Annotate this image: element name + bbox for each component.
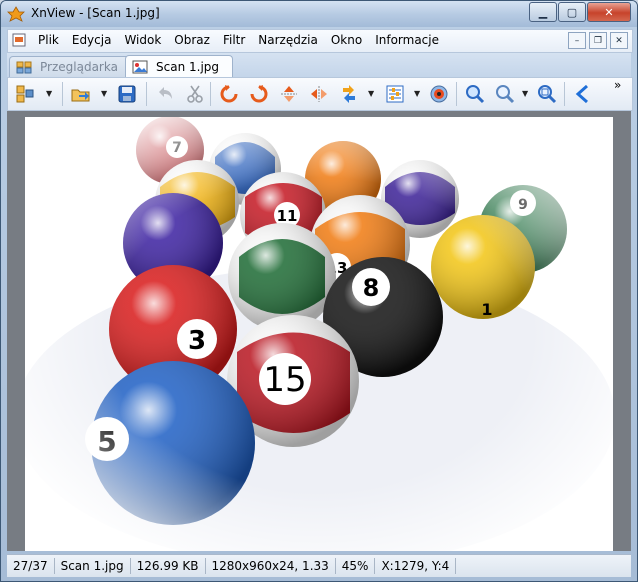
image-canvas[interactable]: 7 11 9	[25, 117, 613, 551]
chevron-down-icon[interactable]: ▼	[414, 89, 420, 98]
doc-close-button[interactable]: ✕	[610, 32, 628, 49]
browser-icon	[16, 61, 32, 74]
status-zoom: 45%	[336, 558, 376, 574]
chevron-down-icon[interactable]: ▼	[522, 89, 528, 98]
menu-plik[interactable]: Plik	[38, 33, 59, 47]
menu-obraz[interactable]: Obraz	[174, 33, 210, 47]
chevron-down-icon[interactable]: ▼	[101, 89, 107, 98]
doc-minimize-button[interactable]: –	[568, 32, 586, 49]
previous-icon[interactable]	[572, 83, 594, 105]
zoom-out-icon[interactable]	[494, 83, 516, 105]
minimize-button[interactable]: ▁	[529, 2, 557, 22]
menu-edycja[interactable]: Edycja	[72, 33, 112, 47]
menu-informacje[interactable]: Informacje	[375, 33, 439, 47]
status-dimensions: 1280x960x24, 1.33	[206, 558, 336, 574]
tab-browser[interactable]: Przeglądarka	[9, 56, 131, 77]
zoom-in-icon[interactable]	[464, 83, 486, 105]
status-bar: 27/37 Scan 1.jpg 126.99 KB 1280x960x24, …	[7, 554, 631, 577]
undo-icon[interactable]	[154, 83, 176, 105]
color-icon[interactable]	[428, 83, 450, 105]
image-viewer[interactable]: 7 11 9	[7, 111, 631, 551]
app-window: XnView - [Scan 1.jpg] ▁ ▢ ✕ Plik Edycja …	[0, 0, 638, 582]
flip-horizontal-icon[interactable]	[308, 83, 330, 105]
rotate-left-icon[interactable]	[218, 83, 240, 105]
close-button[interactable]: ✕	[587, 2, 631, 22]
doc-restore-button[interactable]: ❐	[589, 32, 607, 49]
zoom-fit-icon[interactable]	[536, 83, 558, 105]
tab-bar: Przeglądarka Scan 1.jpg	[7, 53, 631, 77]
menu-bar: Plik Edycja Widok Obraz Filtr Narzędzia …	[7, 29, 633, 53]
menu-okno[interactable]: Okno	[331, 33, 362, 47]
menu-filtr[interactable]: Filtr	[223, 33, 245, 47]
tab-scan1-label: Scan 1.jpg	[156, 59, 220, 74]
open-icon[interactable]	[70, 83, 92, 105]
cut-icon[interactable]	[184, 83, 206, 105]
chevron-down-icon[interactable]: ▼	[368, 89, 374, 98]
tab-browser-label: Przeglądarka	[40, 60, 118, 74]
adjust-icon[interactable]	[384, 83, 406, 105]
save-icon[interactable]	[116, 83, 138, 105]
window-title: XnView - [Scan 1.jpg]	[31, 6, 160, 20]
status-filesize: 126.99 KB	[131, 558, 206, 574]
tab-scan1[interactable]: Scan 1.jpg	[125, 55, 233, 77]
menu-widok[interactable]: Widok	[124, 33, 161, 47]
xnview-logo-icon	[7, 6, 25, 22]
document-icon[interactable]	[12, 33, 26, 47]
rotate-right-icon[interactable]	[248, 83, 270, 105]
menu-narzedzia[interactable]: Narzędzia	[258, 33, 318, 47]
image-file-icon	[132, 60, 148, 73]
status-index: 27/37	[7, 558, 55, 574]
flip-vertical-icon[interactable]	[278, 83, 300, 105]
browse-icon[interactable]	[14, 83, 36, 105]
title-bar[interactable]: XnView - [Scan 1.jpg] ▁ ▢ ✕	[1, 1, 637, 27]
billiard-balls-image: 7 11 9	[25, 117, 613, 551]
chevron-down-icon[interactable]: ▼	[46, 89, 52, 98]
toolbar: ▼ ▼ ▼ ▼ ▼ »	[7, 77, 633, 111]
maximize-button[interactable]: ▢	[558, 2, 586, 22]
toolbar-overflow[interactable]: »	[614, 78, 621, 92]
status-filename: Scan 1.jpg	[55, 558, 131, 574]
auto-rotate-icon[interactable]	[338, 83, 360, 105]
status-cursor: X:1279, Y:4	[375, 558, 457, 574]
